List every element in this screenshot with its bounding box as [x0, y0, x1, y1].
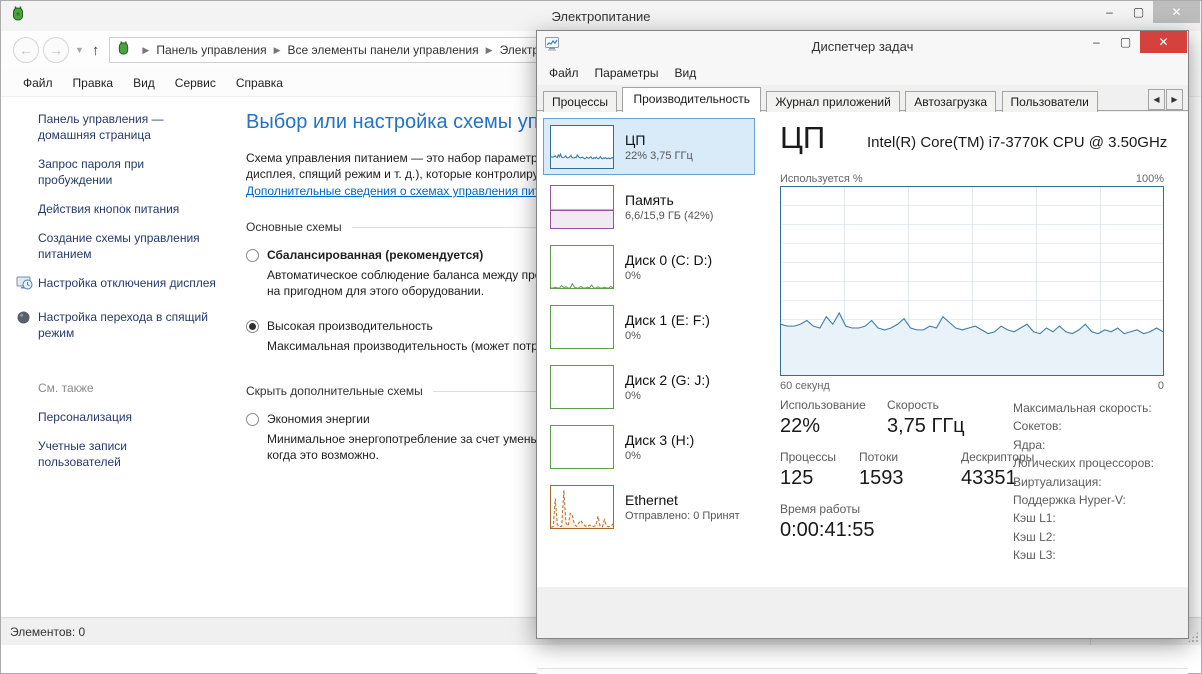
stat-processes: Процессы 125: [780, 450, 837, 489]
sidebar-item-create-plan[interactable]: Создание схемы управления питанием: [1, 230, 241, 262]
power-titlebar[interactable]: Электропитание – ▢ ✕: [1, 1, 1201, 31]
sidebar-item-sleep-settings[interactable]: Настройка перехода в спящий режим: [1, 309, 241, 341]
list-item-ethernet[interactable]: Ethernet Отправлено: 0 Принят: [543, 478, 755, 535]
power-saver-radio[interactable]: [246, 412, 259, 426]
list-item-disk0[interactable]: Диск 0 (C: D:) 0%: [543, 238, 755, 295]
list-item-disk3[interactable]: Диск 3 (H:) 0%: [543, 418, 755, 475]
cpu-thumbnail-chart: [550, 124, 614, 169]
list-item-disk1[interactable]: Диск 1 (E: F:) 0%: [543, 298, 755, 355]
cpu-heading: ЦП: [780, 120, 826, 155]
sidebar-item-wake-password[interactable]: Запрос пароля при пробуждении: [1, 156, 241, 188]
graph-axis-label: Используется %: [780, 173, 863, 185]
power-window-controls: – ▢ ✕: [1095, 1, 1200, 23]
breadcrumb-item-all-items[interactable]: Все элементы панели управления: [288, 43, 479, 57]
sidebar-item-user-accounts[interactable]: Учетные записи пользователей: [1, 438, 181, 470]
history-dropdown-icon[interactable]: ▼: [75, 45, 84, 55]
breadcrumb-item-power[interactable]: Электр: [500, 43, 539, 57]
stat-uptime: Время работы 0:00:41:55: [780, 502, 875, 541]
disk0-thumbnail-chart: [550, 244, 614, 289]
sidebar-item-display-off[interactable]: Настройка отключения дисплея: [1, 275, 241, 296]
display-clock-icon: [16, 275, 38, 296]
stat-speed: Скорость 3,75 ГГц: [887, 398, 965, 437]
close-button[interactable]: ✕: [1140, 31, 1187, 53]
menu-options[interactable]: Параметры: [587, 63, 667, 83]
see-also-header: См. также: [38, 381, 94, 395]
desktop: Электропитание – ▢ ✕ ← → ▼ ↑ ▶ Панель уп…: [0, 0, 1202, 674]
cpu-info-labels: Максимальная скорость: Сокетов: Ядра: Ло…: [1013, 401, 1154, 563]
sidebar-item-personalization[interactable]: Персонализация: [1, 409, 181, 425]
task-manager-menubar: Файл Параметры Вид: [537, 61, 1188, 85]
back-button[interactable]: ←: [13, 37, 39, 63]
window-title: Электропитание: [551, 8, 651, 24]
graph-zero-label: 0: [1157, 380, 1164, 392]
memory-thumbnail-chart: [550, 184, 614, 229]
disk2-thumbnail-chart: [550, 364, 614, 409]
graph-time-label: 60 секунд: [780, 380, 830, 392]
minimize-button[interactable]: –: [1095, 1, 1124, 23]
tab-scroll-buttons: ◀ ▶: [1147, 89, 1183, 110]
maximize-button[interactable]: ▢: [1111, 31, 1140, 53]
menu-view[interactable]: Вид: [123, 72, 165, 94]
breadcrumb-separator-icon: ▶: [485, 44, 493, 55]
task-manager-window: Диспетчер задач – ▢ ✕ Файл Параметры Вид…: [536, 30, 1189, 674]
tab-performance[interactable]: Производительность: [622, 87, 761, 112]
maximize-button[interactable]: ▢: [1124, 1, 1153, 23]
tab-processes[interactable]: Процессы: [543, 91, 618, 113]
balanced-radio[interactable]: [246, 248, 259, 262]
sidebar-item-home[interactable]: Панель управления — домашняя страница: [1, 111, 241, 143]
tabstrip: Процессы Производительность Журнал прило…: [537, 85, 1188, 137]
disk1-thumbnail-chart: [550, 304, 614, 349]
menu-file[interactable]: Файл: [13, 72, 63, 94]
menu-file[interactable]: Файл: [541, 63, 587, 83]
minimize-button[interactable]: –: [1082, 31, 1111, 53]
breadcrumb-separator-icon: ▶: [273, 44, 281, 55]
list-item-disk2[interactable]: Диск 2 (G: J:) 0%: [543, 358, 755, 415]
task-manager-titlebar[interactable]: Диспетчер задач – ▢ ✕: [537, 31, 1188, 61]
list-item-memory[interactable]: Память 6,6/15,9 ГБ (42%): [543, 178, 755, 235]
tab-scroll-left-icon[interactable]: ◀: [1148, 89, 1165, 110]
tab-users[interactable]: Пользователи: [1001, 91, 1098, 113]
disk3-thumbnail-chart: [550, 424, 614, 469]
performance-page: ЦП 22% 3,75 ГГц Память 6,6/15,9 ГБ (42%): [537, 112, 1188, 674]
power-sidebar: Панель управления — домашняя страница За…: [1, 111, 241, 483]
sleep-moon-icon: [16, 309, 38, 341]
cpu-usage-chart: [780, 186, 1164, 376]
task-manager-footer: Меньше Открыть монитор ресурсов: [537, 668, 1188, 674]
ethernet-thumbnail-chart: [550, 484, 614, 529]
task-manager-window-controls: – ▢ ✕: [1082, 31, 1187, 53]
stat-threads: Потоки 1593: [859, 450, 904, 489]
list-item-cpu[interactable]: ЦП 22% 3,75 ГГц: [543, 118, 755, 175]
breadcrumb-item-control-panel[interactable]: Панель управления: [156, 43, 266, 57]
tab-startup[interactable]: Автозагрузка: [905, 91, 997, 113]
sidebar-item-power-buttons[interactable]: Действия кнопок питания: [1, 201, 241, 217]
forward-button[interactable]: →: [43, 37, 69, 63]
high-performance-radio[interactable]: [246, 319, 259, 333]
menu-help[interactable]: Справка: [226, 72, 293, 94]
menu-tools[interactable]: Сервис: [165, 72, 226, 94]
menu-edit[interactable]: Правка: [63, 72, 124, 94]
tab-scroll-right-icon[interactable]: ▶: [1166, 89, 1183, 110]
stat-usage: Использование 22%: [780, 398, 866, 437]
close-button[interactable]: ✕: [1153, 1, 1200, 23]
graph-max-label: 100%: [1135, 173, 1164, 185]
tab-app-history[interactable]: Журнал приложений: [766, 91, 900, 113]
up-button[interactable]: ↑: [92, 42, 100, 59]
menu-view[interactable]: Вид: [666, 63, 704, 83]
power-plug-icon: [116, 41, 131, 59]
breadcrumb-separator-icon: ▶: [142, 44, 150, 55]
cpu-model: Intel(R) Core(TM) i7-3770K CPU @ 3.50GHz: [867, 134, 1168, 151]
